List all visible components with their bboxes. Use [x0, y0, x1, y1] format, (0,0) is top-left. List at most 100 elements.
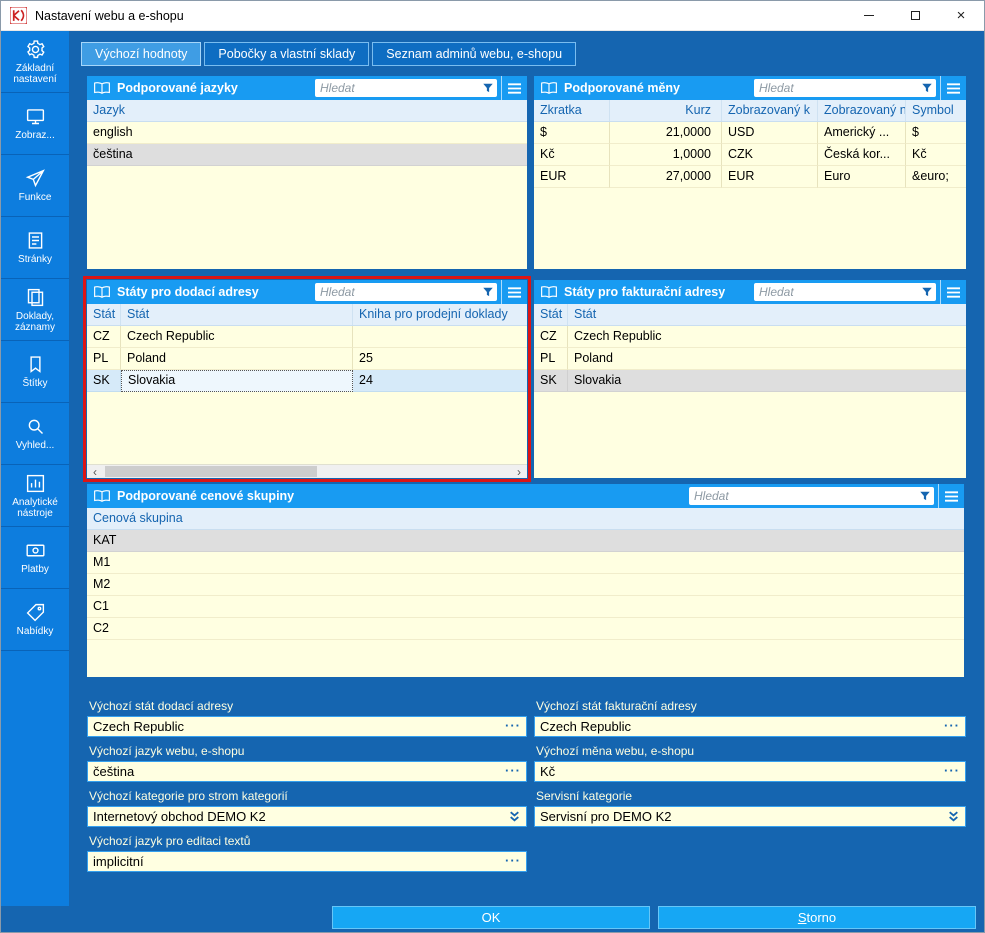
web-language-input[interactable]: čeština ···: [87, 761, 527, 782]
sidebar-item-nabidky[interactable]: Nabídky: [1, 589, 69, 651]
cell-zkratka: Kč: [534, 144, 610, 166]
field-label: Výchozí kategorie pro strom kategorií: [89, 789, 527, 804]
search-input[interactable]: [754, 81, 921, 95]
ok-button[interactable]: OK: [332, 906, 650, 929]
panel-shipping-states-header: Státy pro dodací adresy: [87, 280, 527, 304]
column-header-symbol[interactable]: Symbol: [906, 100, 966, 121]
menu-icon[interactable]: [938, 484, 964, 508]
table-row[interactable]: PL Poland 25: [87, 348, 527, 370]
menu-icon[interactable]: [501, 76, 527, 100]
sidebar-item-stranky[interactable]: Stránky: [1, 217, 69, 279]
table-body: $ 21,0000 USD Americký ... $ Kč 1,0000 C…: [534, 122, 966, 269]
scroll-right-button[interactable]: ›: [511, 465, 527, 478]
sidebar-item-vyhledavani[interactable]: Vyhled...: [1, 403, 69, 465]
table-row[interactable]: M2: [87, 574, 964, 596]
tab-bar: Výchozí hodnoty Pobočky a vlastní sklady…: [81, 42, 964, 66]
tab-seznam-adminu[interactable]: Seznam adminů webu, e-shopu: [372, 42, 576, 66]
filter-icon[interactable]: [482, 286, 494, 298]
sidebar-item-zobrazeni[interactable]: Zobraz...: [1, 93, 69, 155]
cell-stat: Poland: [121, 348, 353, 370]
cell-stat: Poland: [568, 348, 966, 370]
column-header-stat[interactable]: Stát: [121, 304, 353, 325]
table-body: CZ Czech Republic PL Poland 25 SK: [87, 326, 527, 464]
table-row[interactable]: $ 21,0000 USD Americký ... $: [534, 122, 966, 144]
scrollbar-thumb[interactable]: [105, 466, 317, 477]
tab-pobocky-sklady[interactable]: Pobočky a vlastní sklady: [204, 42, 369, 66]
filter-icon[interactable]: [482, 82, 494, 94]
panel-languages: Podporované jazyky Jazyk english: [87, 76, 527, 269]
column-header-zobrazovany-nazev[interactable]: Zobrazovaný n: [818, 100, 906, 121]
table-row[interactable]: CZ Czech Republic: [534, 326, 966, 348]
horizontal-scrollbar[interactable]: ‹ ›: [87, 464, 527, 478]
book-icon: [93, 489, 111, 503]
panel-title: Podporované cenové skupiny: [117, 489, 294, 503]
sidebar-item-platby[interactable]: Platby: [1, 527, 69, 589]
storno-button[interactable]: Storno: [658, 906, 976, 929]
menu-icon[interactable]: [940, 280, 966, 304]
table-row[interactable]: Kč 1,0000 CZK Česká kor... Kč: [534, 144, 966, 166]
search-input[interactable]: [754, 285, 921, 299]
minimize-button[interactable]: [846, 1, 892, 30]
cell-editor[interactable]: Slovakia: [121, 370, 353, 392]
table-row[interactable]: SK Slovakia 24: [87, 370, 527, 392]
shipping-state-input[interactable]: Czech Republic ···: [87, 716, 527, 737]
table-row[interactable]: CZ Czech Republic: [87, 326, 527, 348]
column-header-stat-kod[interactable]: Stát: [534, 304, 568, 325]
ellipsis-button[interactable]: ···: [941, 718, 965, 735]
search-input[interactable]: [315, 285, 482, 299]
table-row[interactable]: M1: [87, 552, 964, 574]
sidebar-item-label: Funkce: [19, 192, 52, 203]
column-header-jazyk[interactable]: Jazyk: [87, 100, 527, 121]
ellipsis-button[interactable]: ···: [502, 763, 526, 780]
ellipsis-button[interactable]: ···: [941, 763, 965, 780]
sidebar-item-zakladni-nastaveni[interactable]: Základní nastavení: [1, 31, 69, 93]
column-header-kniha[interactable]: Kniha pro prodejní doklady: [353, 304, 527, 325]
filter-icon[interactable]: [921, 82, 933, 94]
book-icon: [93, 285, 111, 299]
table-row[interactable]: EUR 27,0000 EUR Euro &euro;: [534, 166, 966, 188]
column-header-stat[interactable]: Stát: [568, 304, 966, 325]
tab-vychozi-hodnoty[interactable]: Výchozí hodnoty: [81, 42, 201, 66]
column-header-cenova-skupina[interactable]: Cenová skupina: [87, 508, 964, 529]
column-header-kurz[interactable]: Kurz: [610, 100, 722, 121]
menu-icon[interactable]: [940, 76, 966, 100]
settings-form: Výchozí stát dodací adresy Czech Republi…: [87, 699, 964, 879]
edit-language-input[interactable]: implicitní ···: [87, 851, 527, 872]
table-row[interactable]: čeština: [87, 144, 527, 166]
column-header-zkratka[interactable]: Zkratka: [534, 100, 610, 121]
cell-stat-kod: CZ: [87, 326, 121, 348]
sidebar-item-analyticke-nastroje[interactable]: Analytické nástroje: [1, 465, 69, 527]
sidebar-item-funkce[interactable]: Funkce: [1, 155, 69, 217]
table-row[interactable]: C1: [87, 596, 964, 618]
menu-icon[interactable]: [501, 280, 527, 304]
ellipsis-button[interactable]: ···: [502, 718, 526, 735]
filter-icon[interactable]: [921, 286, 933, 298]
search-input[interactable]: [315, 81, 482, 95]
billing-state-input[interactable]: Czech Republic ···: [534, 716, 966, 737]
filter-icon[interactable]: [919, 490, 931, 502]
web-currency-input[interactable]: Kč ···: [534, 761, 966, 782]
scrollbar-track[interactable]: [103, 465, 511, 478]
field-shipping-state: Výchozí stát dodací adresy Czech Republi…: [87, 699, 527, 737]
sidebar-item-stitky[interactable]: Štítky: [1, 341, 69, 403]
chevron-double-down-icon[interactable]: [947, 810, 965, 823]
close-button[interactable]: ×: [938, 1, 984, 30]
table-row[interactable]: SK Slovakia: [534, 370, 966, 392]
scroll-left-button[interactable]: ‹: [87, 465, 103, 478]
sidebar-item-doklady-zaznamy[interactable]: Doklady, záznamy: [1, 279, 69, 341]
table-row[interactable]: PL Poland: [534, 348, 966, 370]
field-label: Servisní kategorie: [536, 789, 966, 804]
chevron-double-down-icon[interactable]: [508, 810, 526, 823]
service-category-input[interactable]: Servisní pro DEMO K2: [534, 806, 966, 827]
search-input[interactable]: [689, 489, 919, 503]
table-row[interactable]: C2: [87, 618, 964, 640]
ellipsis-button[interactable]: ···: [502, 853, 526, 870]
table-row[interactable]: KAT: [87, 530, 964, 552]
column-header-stat-kod[interactable]: Stát: [87, 304, 121, 325]
column-header-zobrazovany-kod[interactable]: Zobrazovaný k: [722, 100, 818, 121]
maximize-button[interactable]: [892, 1, 938, 30]
field-label: Výchozí stát fakturační adresy: [536, 699, 966, 714]
cell-kurz: 1,0000: [610, 144, 722, 166]
table-row[interactable]: english: [87, 122, 527, 144]
category-tree-input[interactable]: Internetový obchod DEMO K2: [87, 806, 527, 827]
